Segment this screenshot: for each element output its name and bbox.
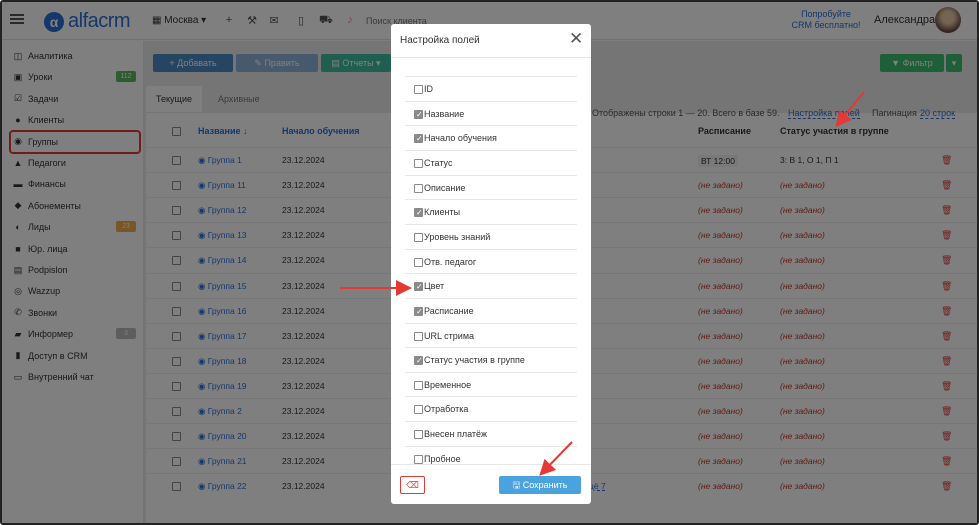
reset-button[interactable]: ⌫ [400, 476, 425, 494]
field-checkbox[interactable] [414, 109, 423, 119]
field-option[interactable]: Клиенты [405, 199, 577, 223]
field-option[interactable]: Расписание [405, 297, 577, 322]
field-label: Расписание [424, 305, 474, 316]
field-label: Статус [424, 157, 453, 168]
field-option[interactable]: Статус участия в группе [405, 347, 577, 371]
field-option[interactable]: Отв. педагог [405, 248, 577, 273]
field-label: Название [424, 108, 465, 119]
modal-footer: ⌫ 🖫 Сохранить [391, 464, 591, 504]
field-checkbox[interactable] [414, 430, 423, 440]
field-label: URL стрима [424, 330, 475, 341]
field-checkbox[interactable] [414, 380, 423, 390]
field-checkbox[interactable] [414, 232, 423, 242]
field-label: Цвет [424, 281, 445, 292]
field-label: Пробное [424, 453, 461, 464]
modal-title: Настройка полей [400, 35, 480, 46]
field-checkbox[interactable] [414, 257, 423, 267]
field-label: ID [424, 84, 433, 94]
field-option[interactable]: Уровень знаний [405, 223, 577, 248]
field-option[interactable]: Статус [405, 149, 577, 174]
field-checkbox[interactable] [414, 454, 423, 464]
field-checkbox[interactable] [414, 405, 423, 415]
eraser-icon: ⌫ [406, 480, 419, 490]
field-checkbox[interactable] [414, 158, 423, 168]
field-option[interactable]: Временное [405, 371, 577, 396]
field-checkbox[interactable] [414, 134, 423, 144]
field-option[interactable]: Отработка [405, 396, 577, 420]
field-label: Отработка [424, 404, 469, 415]
field-checkbox[interactable] [414, 356, 423, 366]
field-option[interactable]: Название [405, 100, 577, 125]
field-checkbox[interactable] [414, 282, 423, 292]
field-option[interactable]: Начало обучения [405, 125, 577, 149]
field-checkbox[interactable] [414, 208, 423, 218]
field-option[interactable]: Внесен платёж [405, 421, 577, 445]
field-label: Уровень знаний [424, 231, 491, 242]
close-icon[interactable]: ✕ [569, 29, 583, 49]
field-label: Клиенты [424, 207, 461, 218]
field-option[interactable]: Цвет [405, 273, 577, 297]
field-label: Отв. педагог [424, 256, 477, 267]
field-settings-modal: Настройка полей ✕ ID Название Начало обуче… [391, 24, 591, 504]
field-label: Статус участия в группе [424, 355, 525, 366]
field-label: Временное [424, 379, 472, 390]
field-label: Начало обучения [424, 133, 497, 144]
field-checkbox[interactable] [414, 85, 423, 94]
field-label: Внесен платёж [424, 429, 488, 440]
field-label: Описание [424, 182, 466, 193]
save-button[interactable]: 🖫 Сохранить [499, 476, 581, 494]
field-option[interactable]: ID [405, 76, 577, 100]
field-checkbox[interactable] [414, 331, 423, 341]
modal-divider [391, 57, 591, 58]
field-option[interactable]: URL стрима [405, 322, 577, 347]
field-checkbox[interactable] [414, 183, 423, 193]
app-window: α alfacrm ▦ Москва ▾ + ⚒ ✉ ▯ ⛟ ♪ Попробу… [0, 0, 979, 525]
field-option[interactable]: Описание [405, 174, 577, 199]
field-checkbox[interactable] [414, 306, 423, 316]
